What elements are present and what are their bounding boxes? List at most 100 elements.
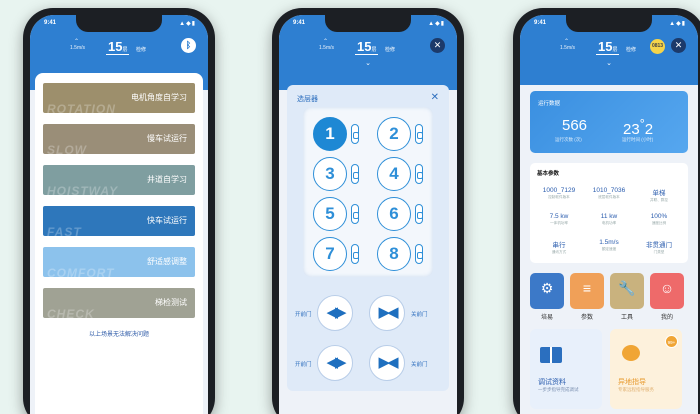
floor-pad: 1 2 3 4 5 6 7 8 (303, 107, 433, 277)
floor-button-1[interactable]: 1 (313, 117, 347, 151)
open-door-label: 开前门 (295, 362, 312, 368)
toggle-icon[interactable] (415, 204, 423, 224)
screen: 9:41 ▲◆▮ ⌃ 1.5m/s 15层 检修 ᛒ ROTATION 电机角度自学… (30, 15, 208, 414)
speed-readout: ⌃ 1.5m/s (560, 39, 576, 51)
tool-tools-button[interactable]: 🔧 (610, 273, 644, 309)
menu-item-check[interactable]: CHECK 梯检测试 (43, 288, 195, 318)
signal-icon: ▲◆▮ (179, 21, 196, 27)
sliders-icon: ⚙ (540, 280, 554, 296)
param-cell: 非贯通门 门类型 (646, 242, 672, 254)
phone-dashboard: 9:41 ▲◆▮ ⌃ 1.5m/s 15层 检修 0813 ✕ ⌄ 运行数据 56… (513, 8, 700, 414)
chevron-down-icon[interactable]: ⌄ (606, 59, 612, 67)
error-code-badge[interactable]: 0813 (650, 39, 665, 54)
chat-bubble-icon (622, 345, 640, 361)
toggle-icon[interactable] (351, 124, 359, 144)
debug-docs-card[interactable]: 调试资料 一步步指导完成调试 (530, 329, 602, 409)
param-cell: 1000_7129 控制软件版本 (542, 187, 576, 199)
menu-item-fast[interactable]: FAST 快车试运行 (43, 206, 195, 236)
toggle-icon[interactable] (351, 244, 359, 264)
signal-icon: ▲◆▮ (428, 21, 445, 27)
bluetooth-icon[interactable]: ᛒ (181, 38, 196, 53)
panel-title: 选层器 ✕ (297, 92, 439, 103)
help-link[interactable]: 以上场景无法解决问题 (43, 329, 195, 338)
floor-selector-panel: 选层器 ✕ 1 2 3 4 5 6 7 8 开前门 ◀▶ ▶◀ 关前门 开前门 ◀… (287, 85, 449, 391)
param-cell: 1.5m/s 额定速度 (599, 239, 619, 251)
floor-button-4[interactable]: 4 (377, 157, 411, 191)
param-cell: 100% 速度比例 (650, 213, 668, 225)
tool-params-button[interactable]: ≡ (570, 273, 604, 309)
floor-readout: 15层 (106, 39, 130, 55)
card-title: 异地指导 (618, 379, 646, 386)
user-icon: ☺ (659, 280, 675, 296)
notch (325, 15, 411, 32)
tool-label: 工具 (620, 315, 633, 321)
tool-profile-button[interactable]: ☺ (650, 273, 684, 309)
running-data-card: 运行数据 566 23°2 运行次数 (次) 运行时间 (小时) (530, 91, 688, 153)
open-door-button[interactable]: ◀▶ (317, 345, 353, 381)
notification-badge: 99+ (665, 335, 678, 348)
book-icon (540, 347, 562, 363)
run-hours-label: 运行时间 (小时) (622, 137, 654, 142)
mode-label: 检修 (626, 47, 637, 53)
floor-button-7[interactable]: 7 (313, 237, 347, 271)
param-cell: 7.5 kw 一体机功率 (549, 213, 569, 225)
card-subtitle: 一步步指导完成调试 (538, 387, 579, 392)
up-arrow-icon: ⌃ (74, 39, 80, 45)
bluetooth-icon[interactable]: ✕ (430, 38, 445, 53)
param-cell: 串行 通讯方式 (551, 242, 567, 254)
screen: 9:41 ▲◆▮ ⌃ 1.5m/s 15层 检修 0813 ✕ ⌄ 运行数据 56… (520, 15, 698, 414)
mode-label: 检修 (136, 47, 147, 53)
run-hours: 23°2 (623, 117, 654, 138)
toggle-icon[interactable] (351, 164, 359, 184)
floor-button-2[interactable]: 2 (377, 117, 411, 151)
tool-train-button[interactable]: ⚙ (530, 273, 564, 309)
bluetooth-icon[interactable]: ✕ (671, 38, 686, 53)
basic-params-card: 基本参数 1000_7129 控制软件版本 1010_7036 底层软件版本 单梯并… (530, 163, 688, 263)
toggle-icon[interactable] (415, 164, 423, 184)
status-time: 9:41 (534, 20, 547, 26)
notch (76, 15, 162, 32)
open-door-button[interactable]: ◀▶ (317, 295, 353, 331)
floor-button-5[interactable]: 5 (313, 197, 347, 231)
close-door-label: 关前门 (411, 362, 428, 368)
tool-label: 我的 (660, 315, 673, 321)
menu-item-comfort[interactable]: COMFORT 舒适感调整 (43, 247, 195, 277)
speed-readout: ⌃ 1.5m/s (319, 39, 335, 51)
card-subtitle: 专家远程指导服务 (618, 387, 654, 392)
elevator-header: ⌃ 1.5m/s 15层 检修 ᛒ (30, 35, 208, 65)
close-icon[interactable]: ✕ (431, 92, 439, 103)
param-cell: 单梯 并联、群控 (650, 190, 668, 202)
menu-item-slow[interactable]: SLOW 慢车试运行 (43, 124, 195, 154)
tool-label: 参数 (580, 315, 593, 321)
run-count-label: 运行次数 (次) (555, 137, 582, 142)
run-count: 566 (562, 117, 588, 134)
open-door-label: 开前门 (295, 312, 312, 318)
floor-readout: 15层 (596, 39, 620, 55)
card-title: 调试资料 (538, 379, 566, 386)
toggle-icon[interactable] (415, 244, 423, 264)
menu-item-rotation[interactable]: ROTATION 电机角度自学习 (43, 83, 195, 113)
signal-icon: ▲◆▮ (669, 21, 686, 27)
screen: 9:41 ▲◆▮ ⌃ 1.5m/s 15层 检修 ✕ ⌄ 选层器 ✕ 1 2 3 4… (279, 15, 457, 414)
status-time: 9:41 (293, 20, 306, 26)
up-arrow-icon: ⌃ (564, 39, 570, 45)
phone-selector: 9:41 ▲◆▮ ⌃ 1.5m/s 15层 检修 ✕ ⌄ 选层器 ✕ 1 2 3 4… (272, 8, 464, 414)
floor-button-6[interactable]: 6 (377, 197, 411, 231)
wrench-icon: 🔧 (618, 280, 636, 296)
remote-guide-card[interactable]: 99+ 异地指导 专家远程指导服务 (610, 329, 682, 409)
scenario-menu: ROTATION 电机角度自学习 SLOW 慢车试运行 HOISTWAY 井道自学习 … (35, 73, 203, 414)
toggle-icon[interactable] (351, 204, 359, 224)
floor-button-3[interactable]: 3 (313, 157, 347, 191)
close-door-button[interactable]: ▶◀ (369, 295, 405, 331)
close-door-button[interactable]: ▶◀ (369, 345, 405, 381)
menu-item-hoistway[interactable]: HOISTWAY 井道自学习 (43, 165, 195, 195)
close-door-label: 关前门 (411, 312, 428, 318)
floor-button-8[interactable]: 8 (377, 237, 411, 271)
list-icon: ≡ (582, 280, 592, 296)
tool-label: 培易 (540, 315, 553, 321)
chevron-down-icon[interactable]: ⌄ (365, 59, 371, 67)
card-title: 基本参数 (537, 171, 560, 177)
toggle-icon[interactable] (415, 124, 423, 144)
up-arrow-icon: ⌃ (323, 39, 329, 45)
notch (566, 15, 652, 32)
